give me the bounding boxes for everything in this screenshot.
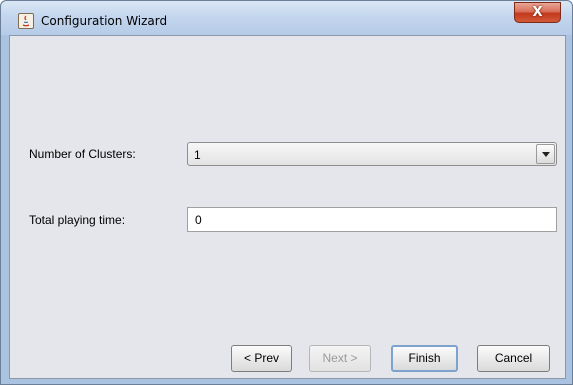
clusters-label: Number of Clusters:: [29, 147, 136, 161]
cancel-button[interactable]: Cancel: [477, 345, 550, 372]
finish-button[interactable]: Finish: [391, 345, 458, 372]
playing-time-input[interactable]: 0: [187, 207, 557, 232]
next-button[interactable]: Next >: [309, 345, 371, 372]
playing-time-value: 0: [195, 213, 202, 227]
wizard-window: Configuration Wizard X Number of Cluster…: [0, 0, 573, 385]
title-bar[interactable]: Configuration Wizard X: [1, 1, 572, 35]
close-button[interactable]: X: [514, 2, 561, 23]
dropdown-arrow-icon[interactable]: [536, 144, 555, 164]
window-title: Configuration Wizard: [41, 14, 168, 28]
clusters-dropdown[interactable]: 1: [187, 142, 557, 166]
java-app-icon: [18, 13, 34, 29]
close-icon: X: [532, 5, 543, 20]
wizard-panel: Number of Clusters: 1 Total playing time…: [9, 35, 566, 379]
playing-time-label: Total playing time:: [29, 213, 126, 227]
prev-button[interactable]: < Prev: [231, 345, 292, 372]
clusters-selected-value: 1: [194, 148, 201, 162]
